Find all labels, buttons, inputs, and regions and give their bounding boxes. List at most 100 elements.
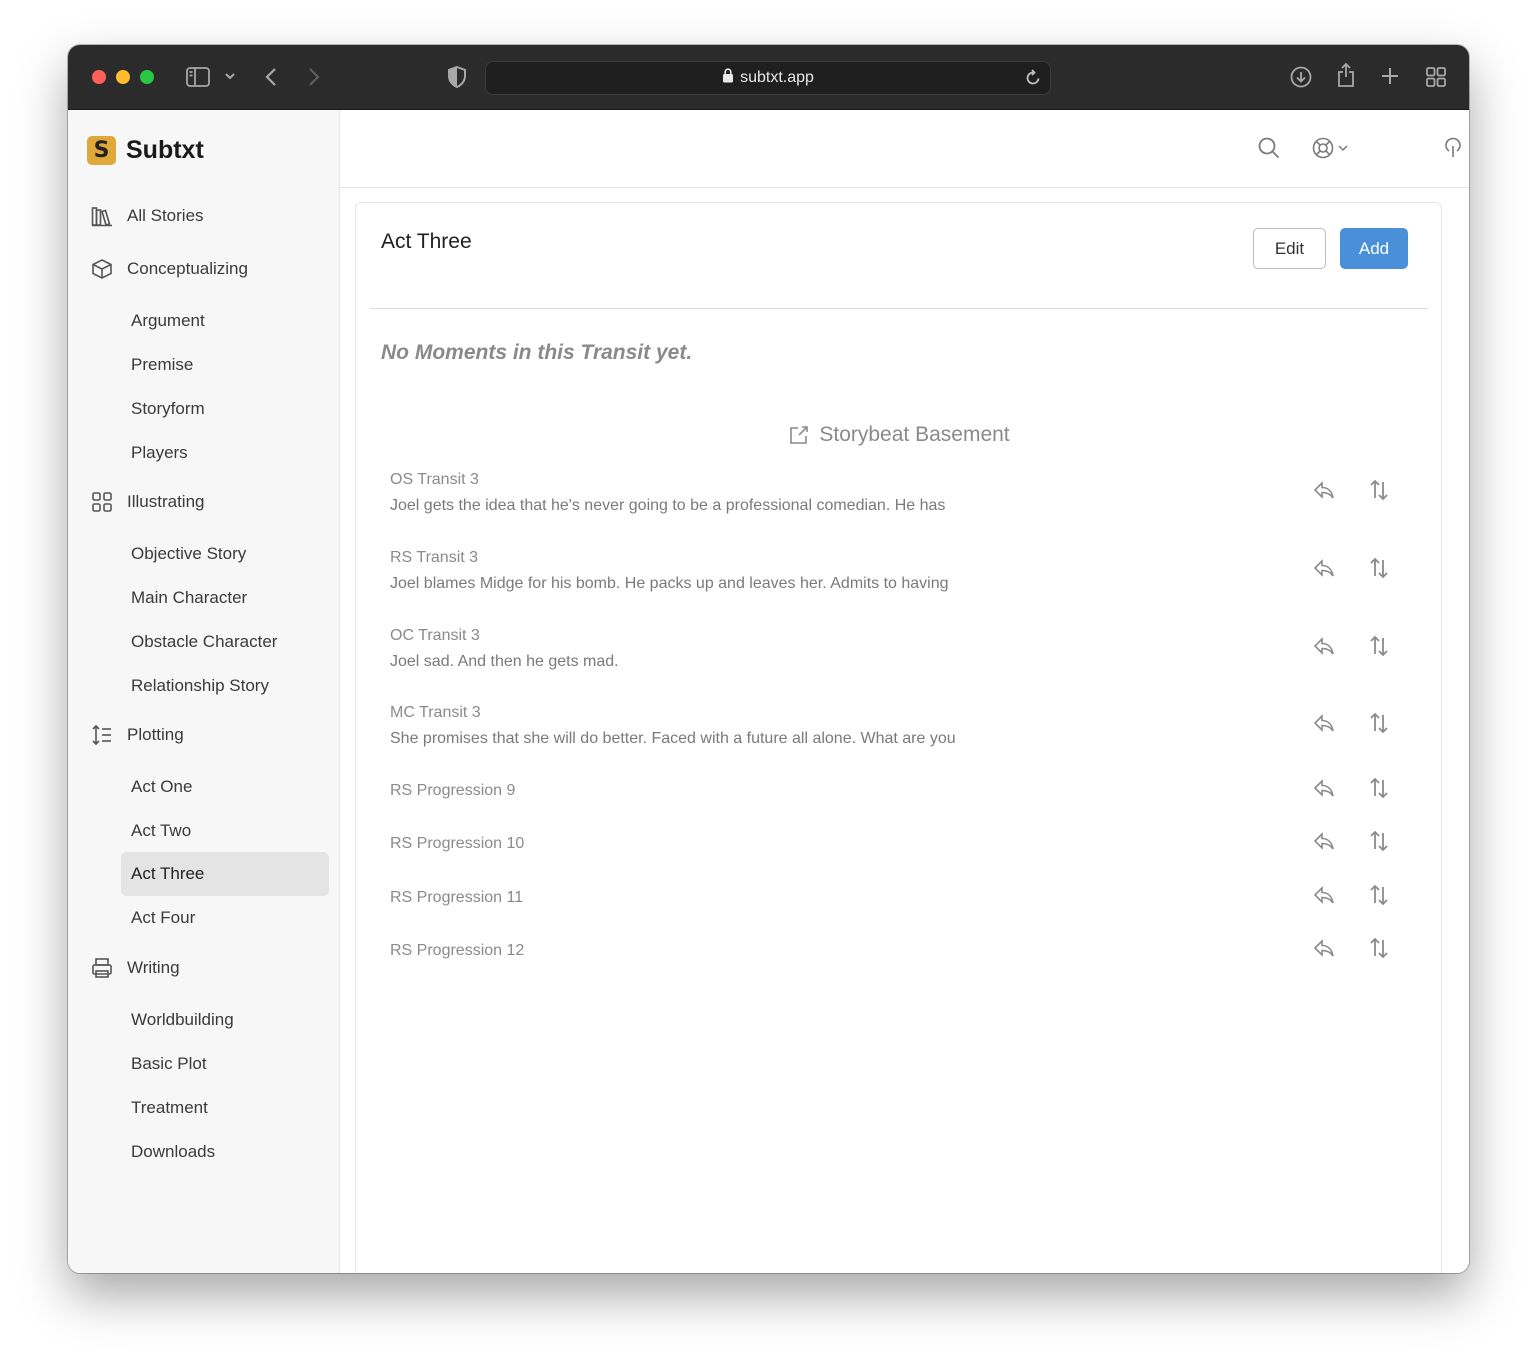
storybeat-title: OC Transit 3 [390, 627, 480, 644]
add-button[interactable]: Add [1340, 228, 1408, 269]
brand-logo: S [87, 136, 116, 165]
move-to-transit-icon[interactable] [1312, 556, 1336, 580]
sidebar-item-act-one[interactable]: Act One [121, 765, 329, 809]
chevron-down-icon[interactable] [224, 71, 236, 81]
sidebar-section-illustrating[interactable]: Illustrating [90, 490, 204, 514]
move-to-transit-icon[interactable] [1312, 776, 1336, 800]
sidebar-section-plotting[interactable]: Plotting [90, 723, 184, 747]
storybeat-actions [1312, 556, 1391, 580]
brand-name: Subtxt [126, 136, 204, 164]
cube-icon [90, 257, 114, 281]
storybeat-title: RS Progression 11 [390, 889, 524, 906]
storybeat-row[interactable]: RS Progression 12 [390, 942, 1430, 960]
storybeat-row[interactable]: MC Transit 3 She promises that she will … [390, 704, 1430, 748]
storybeat-basement-heading: Storybeat Basement [356, 423, 1443, 447]
sidebar-item-treatment[interactable]: Treatment [121, 1086, 329, 1130]
reorder-arrows-icon[interactable] [1367, 776, 1391, 800]
brand[interactable]: S Subtxt [87, 136, 204, 165]
storybeat-actions [1312, 829, 1391, 853]
sidebar-item-storyform[interactable]: Storyform [121, 387, 329, 431]
storybeat-actions [1312, 478, 1391, 502]
sidebar-item-argument[interactable]: Argument [121, 299, 329, 343]
storybeat-row[interactable]: OS Transit 3 Joel gets the idea that he'… [390, 471, 1430, 515]
storybeat-description: She promises that she will do better. Fa… [390, 730, 956, 747]
privacy-shield-icon[interactable] [447, 66, 467, 88]
reorder-arrows-icon[interactable] [1367, 936, 1391, 960]
url-text: subtxt.app [740, 69, 814, 86]
storybeat-row[interactable]: RS Progression 11 [390, 889, 1430, 907]
reorder-arrows-icon[interactable] [1367, 711, 1391, 735]
basement-title: Storybeat Basement [819, 423, 1010, 446]
sidebar-item-players[interactable]: Players [121, 431, 329, 475]
library-icon [90, 204, 114, 228]
sidebar-section-writing[interactable]: Writing [90, 956, 180, 980]
sidebar-item-relationship-story[interactable]: Relationship Story [121, 664, 329, 708]
move-to-transit-icon[interactable] [1312, 829, 1336, 853]
storybeat-row[interactable]: OC Transit 3 Joel sad. And then he gets … [390, 627, 1430, 671]
storybeat-actions [1312, 634, 1391, 658]
sort-list-icon [90, 723, 114, 747]
sidebar-item-act-two[interactable]: Act Two [121, 809, 329, 853]
back-icon[interactable] [264, 66, 278, 88]
browser-window: subtxt.app S Subtxt All Stories Conceptu… [68, 45, 1469, 1273]
storybeat-actions [1312, 711, 1391, 735]
address-bar[interactable]: subtxt.app [485, 61, 1051, 95]
move-to-transit-icon[interactable] [1312, 936, 1336, 960]
sidebar-item-objective-story[interactable]: Objective Story [121, 532, 329, 576]
sidebar-section-label: Writing [127, 958, 180, 977]
reload-icon[interactable] [1024, 69, 1042, 92]
divider [370, 308, 1428, 309]
downloads-icon[interactable] [1290, 66, 1312, 88]
sidebar-item-downloads[interactable]: Downloads [121, 1130, 329, 1174]
move-to-transit-icon[interactable] [1312, 634, 1336, 658]
storybeat-row[interactable]: RS Transit 3 Joel blames Midge for his b… [390, 549, 1430, 593]
sidebar-toggle-icon[interactable] [186, 67, 210, 87]
main-content: Act Three Edit Add No Moments in this Tr… [340, 110, 1469, 1273]
minimize-window-button[interactable] [116, 70, 130, 84]
reorder-arrows-icon[interactable] [1367, 556, 1391, 580]
sidebar-item-obstacle-character[interactable]: Obstacle Character [121, 620, 329, 664]
sidebar-item-premise[interactable]: Premise [121, 343, 329, 387]
storybeat-title: OS Transit 3 [390, 471, 479, 488]
sidebar-section-label: Plotting [127, 725, 184, 744]
reorder-arrows-icon[interactable] [1367, 883, 1391, 907]
close-window-button[interactable] [92, 70, 106, 84]
grid-icon [90, 490, 114, 514]
zoom-window-button[interactable] [140, 70, 154, 84]
sidebar-item-act-four[interactable]: Act Four [121, 896, 329, 940]
new-tab-icon[interactable] [1380, 66, 1400, 86]
storybeat-actions [1312, 776, 1391, 800]
chevron-down-icon [1338, 145, 1348, 152]
reorder-arrows-icon[interactable] [1367, 478, 1391, 502]
storybeat-row[interactable]: RS Progression 10 [390, 835, 1430, 853]
storybeat-description: Joel blames Midge for his bomb. He packs… [390, 575, 949, 592]
storybeat-row[interactable]: RS Progression 9 [390, 782, 1430, 800]
edit-button[interactable]: Edit [1253, 228, 1326, 269]
printer-icon [90, 956, 114, 980]
sidebar-item-all-stories[interactable]: All Stories [90, 204, 204, 228]
sidebar-item-label: All Stories [127, 206, 204, 225]
tab-overview-icon[interactable] [1425, 66, 1447, 88]
sidebar-item-main-character[interactable]: Main Character [121, 576, 329, 620]
forward-icon[interactable] [307, 66, 321, 88]
storybeat-description: Joel sad. And then he gets mad. [390, 653, 619, 670]
sidebar-section-label: Conceptualizing [127, 259, 248, 278]
sidebar-section-conceptualizing[interactable]: Conceptualizing [90, 257, 248, 281]
page-title: Act Three [381, 230, 472, 253]
move-to-transit-icon[interactable] [1312, 711, 1336, 735]
share-icon[interactable] [1336, 62, 1356, 88]
move-to-transit-icon[interactable] [1312, 883, 1336, 907]
sidebar-item-worldbuilding[interactable]: Worldbuilding [121, 998, 329, 1042]
help-lifebuoy-icon[interactable] [1312, 137, 1348, 159]
storybeat-description: Joel gets the idea that he's never going… [390, 497, 946, 514]
search-icon[interactable] [1258, 137, 1280, 159]
reorder-arrows-icon[interactable] [1367, 634, 1391, 658]
move-to-transit-icon[interactable] [1312, 478, 1336, 502]
sidebar-item-basic-plot[interactable]: Basic Plot [121, 1042, 329, 1086]
top-bar [340, 110, 1469, 188]
sidebar-item-act-three[interactable]: Act Three [121, 852, 329, 896]
act-card: Act Three Edit Add No Moments in this Tr… [355, 202, 1442, 1273]
idea-lightbulb-icon[interactable] [1444, 137, 1462, 159]
reorder-arrows-icon[interactable] [1367, 829, 1391, 853]
browser-toolbar: subtxt.app [68, 45, 1469, 110]
